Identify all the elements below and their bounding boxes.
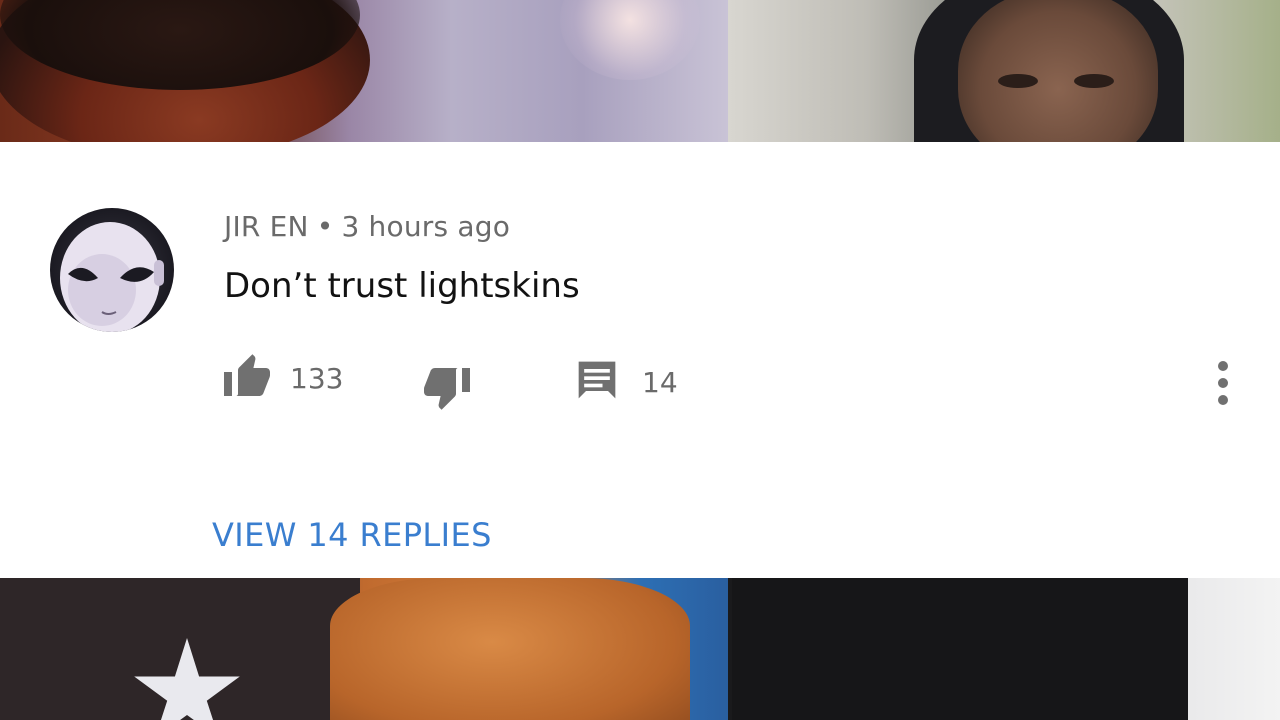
thumbs-down-icon [422,366,470,414]
background-photo-top-right [728,0,1280,142]
background-photo-top-left [0,0,728,142]
view-replies-link[interactable]: VIEW 14 REPLIES [212,516,492,554]
thumbs-up-icon [224,354,272,402]
background-photo-bottom-right [728,578,1280,720]
like-button[interactable]: 133 [224,354,343,402]
comment-text: Don’t trust lightskins [224,266,580,306]
comment-card: JIR EN • 3 hours ago Don’t trust lightskin… [0,142,1280,578]
more-options-button[interactable] [1206,360,1242,410]
comment-meta: JIR EN • 3 hours ago [224,210,510,243]
comment-icon [574,358,620,406]
author-name[interactable]: JIR EN [224,210,309,243]
dislike-button[interactable] [422,366,470,414]
reply-count: 14 [642,365,678,399]
meta-separator: • [316,210,334,243]
background-photo-bottom-left [0,578,728,720]
avatar[interactable] [50,208,174,332]
like-count: 133 [290,361,344,395]
timestamp: 3 hours ago [341,210,511,243]
more-vertical-icon [1218,361,1228,405]
reply-button[interactable]: 14 [574,358,678,406]
